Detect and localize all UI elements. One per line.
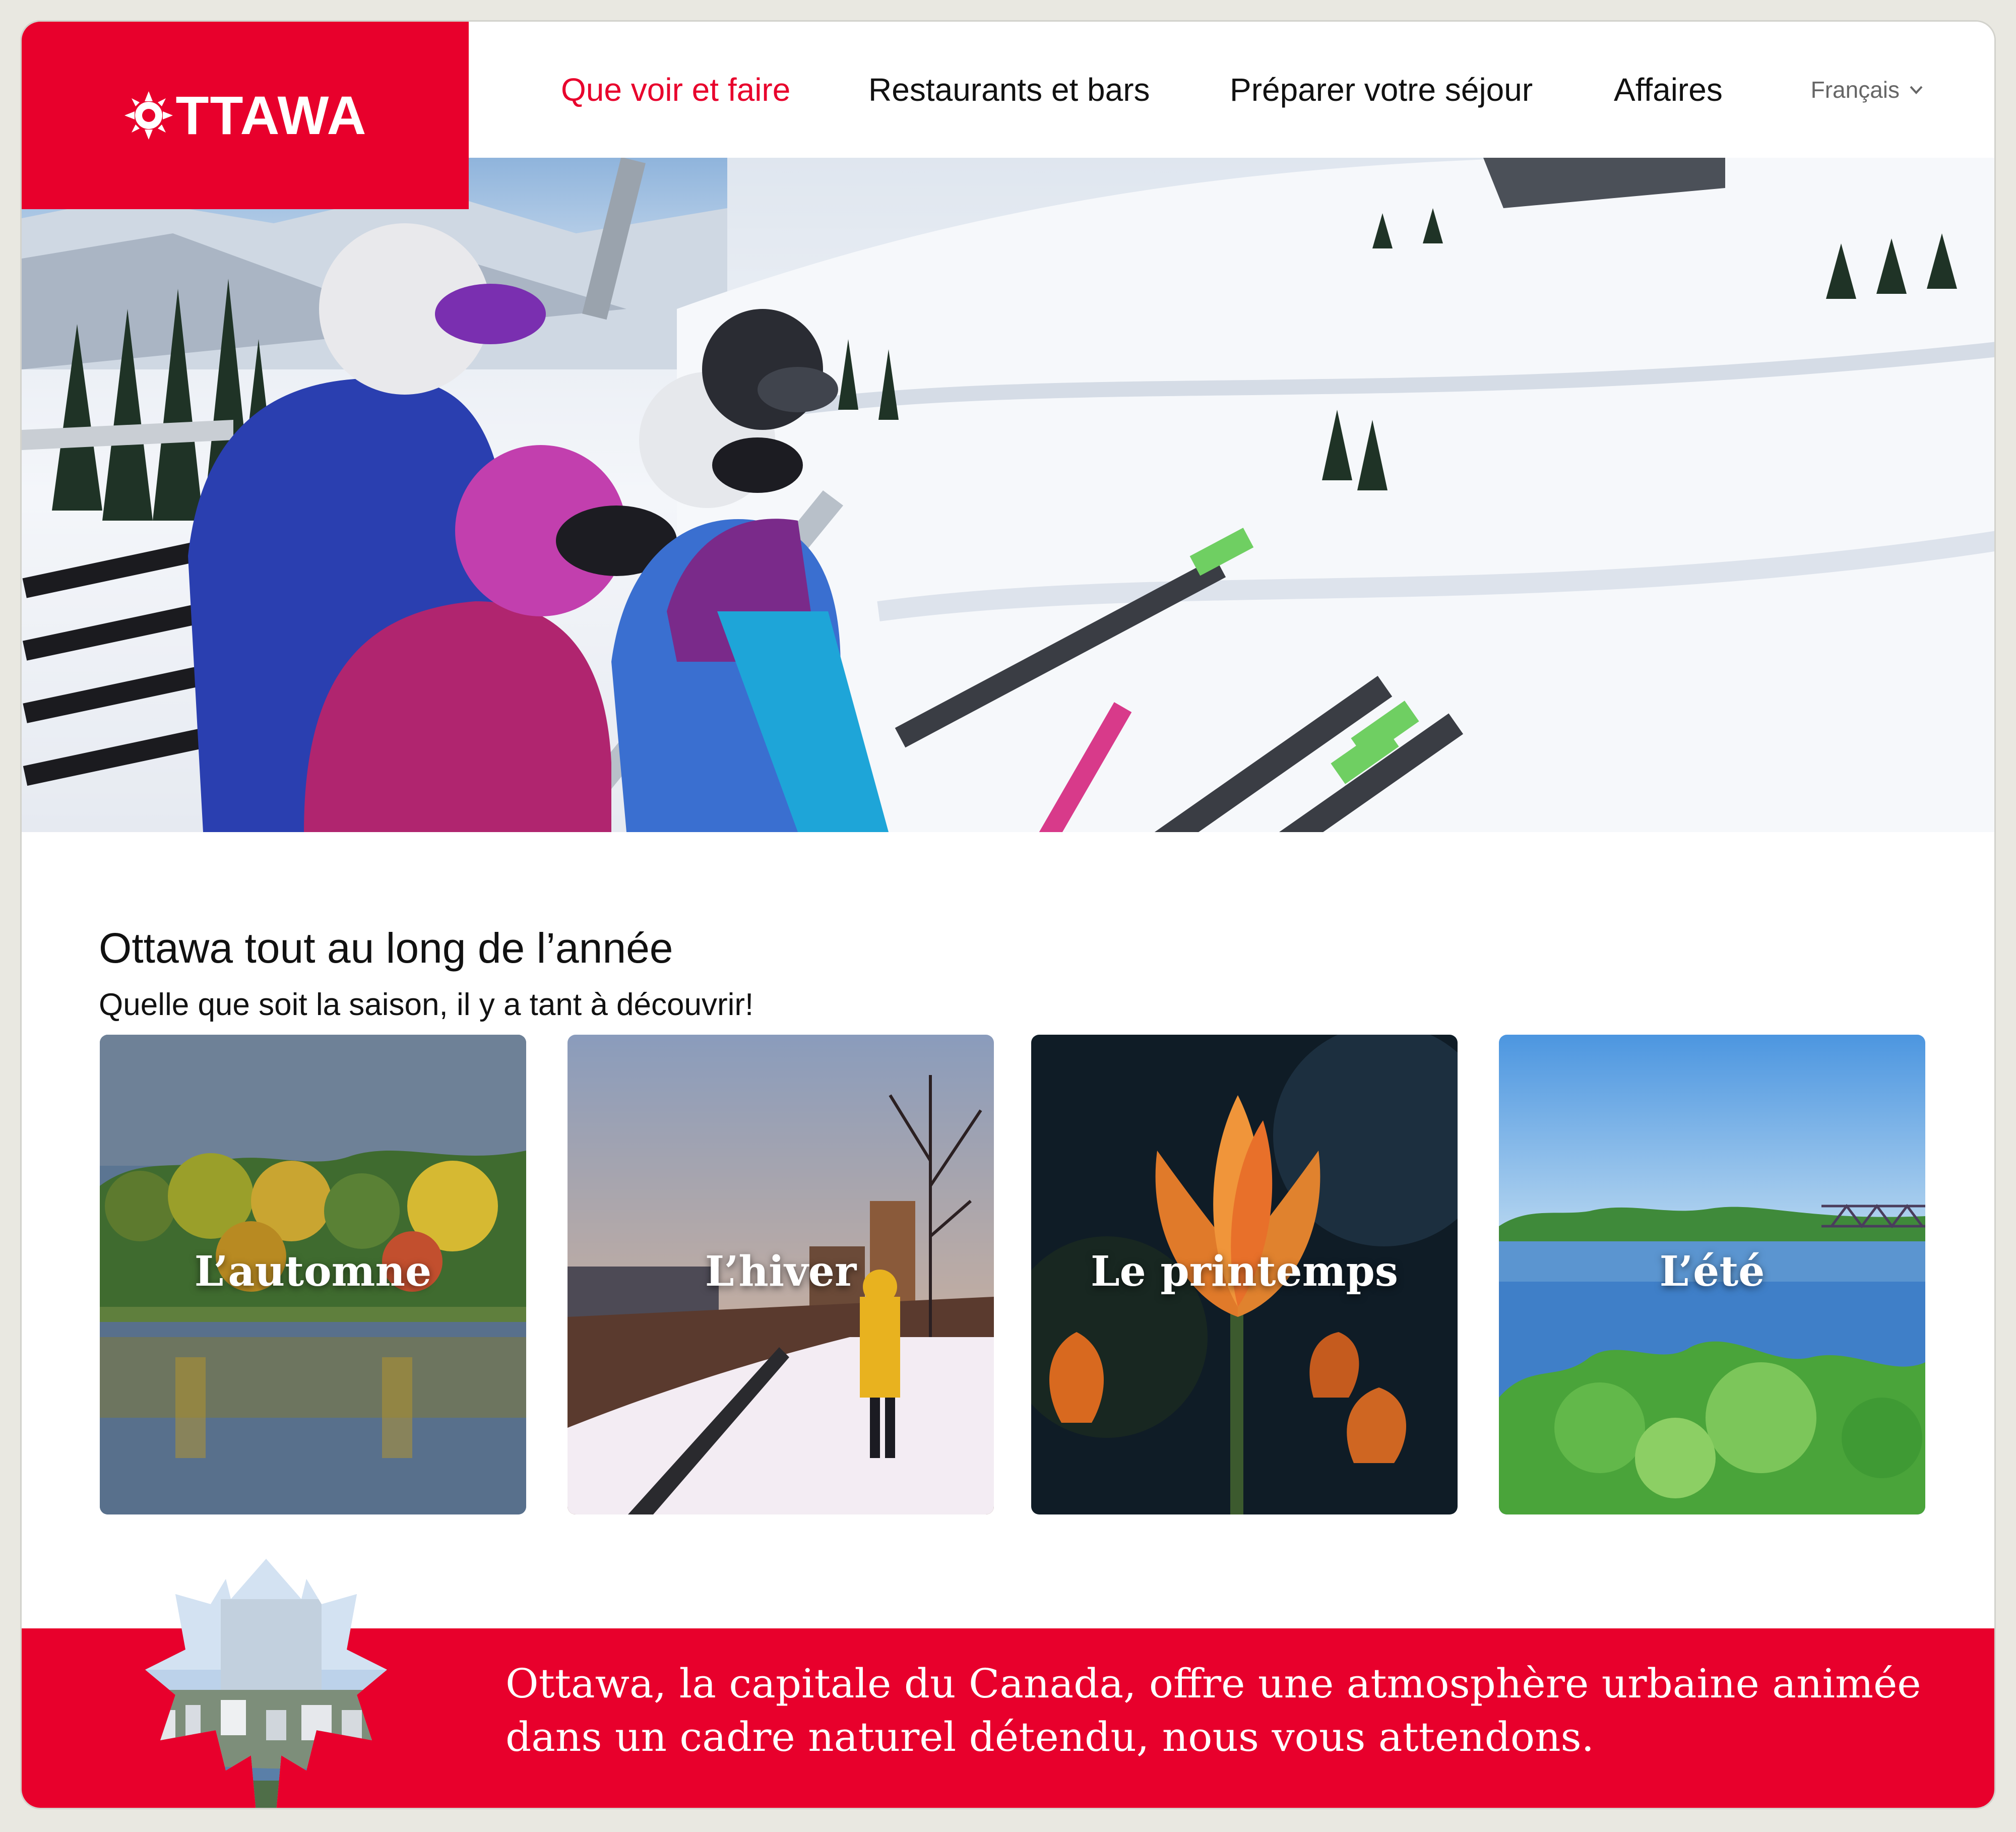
season-label-winter: L’hiver — [705, 1247, 857, 1296]
nav-item-que-voir[interactable]: Que voir et faire — [561, 71, 790, 108]
chevron-down-icon — [1910, 86, 1923, 94]
section-title: Ottawa tout au long de l’année — [99, 924, 673, 972]
language-selector[interactable]: Français — [1811, 76, 1924, 103]
hero-image — [22, 158, 1994, 832]
logo-box[interactable]: TTAWA — [22, 22, 469, 209]
top-navigation: Que voir et faire Restaurants et bars Pr… — [469, 22, 1994, 158]
season-card-autumn[interactable]: L’automne — [100, 1035, 526, 1514]
season-card-summer[interactable]: L’été — [1499, 1035, 1925, 1514]
tagline-text: Ottawa, la capitale du Canada, offre une… — [506, 1660, 1921, 1760]
season-label-spring: Le printemps — [1091, 1247, 1398, 1296]
language-label: Français — [1810, 77, 1900, 103]
logo-text: TTAWA — [175, 85, 367, 146]
nav-item-restaurants[interactable]: Restaurants et bars — [868, 71, 1150, 108]
season-label-summer: L’été — [1659, 1247, 1765, 1296]
section-subtitle: Quelle que soit la saison, il y a tant à… — [99, 987, 754, 1022]
nav-item-preparer[interactable]: Préparer votre séjour — [1230, 71, 1533, 108]
maple-leaf-city-icon — [145, 1559, 387, 1808]
season-card-spring[interactable]: Le printemps — [1031, 1035, 1458, 1514]
browser-frame: TTAWA Que voir et faire Restaurants et b… — [20, 20, 1996, 1809]
season-card-winter[interactable]: L’hiver — [568, 1035, 994, 1514]
ottawa-logo[interactable]: TTAWA — [123, 88, 367, 143]
sun-flower-icon — [124, 91, 173, 140]
nav-item-affaires[interactable]: Affaires — [1614, 71, 1723, 108]
season-label-autumn: L’automne — [194, 1247, 432, 1296]
